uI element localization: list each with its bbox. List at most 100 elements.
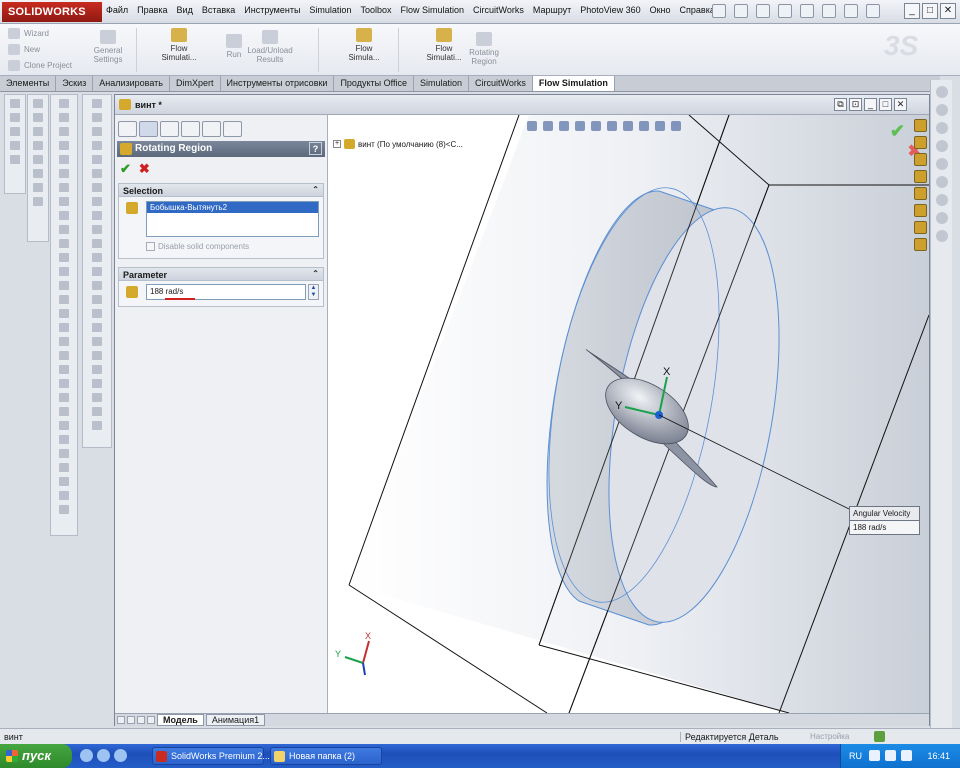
tab-animation[interactable]: Анимация1: [205, 714, 266, 726]
tab-evaluate[interactable]: Анализировать: [93, 76, 170, 91]
menu-circuitworks[interactable]: CircuitWorks: [473, 5, 524, 15]
tool-icon[interactable]: [914, 238, 927, 251]
feature-icon[interactable]: [59, 379, 69, 388]
feature-icon[interactable]: [59, 141, 69, 150]
menu-window[interactable]: Окно: [650, 5, 671, 15]
tool-icon[interactable]: [914, 136, 927, 149]
disable-solid-components-checkbox[interactable]: Disable solid components: [146, 242, 249, 251]
tool-icon[interactable]: [92, 141, 102, 150]
section-view-icon[interactable]: [575, 121, 585, 131]
feature-icon[interactable]: [59, 155, 69, 164]
graphics-area[interactable]: X Y X Y + винт (По умолчанию (8)<С... ✔ …: [329, 115, 929, 713]
load-unload-results-button[interactable]: Load/Unload Results: [246, 30, 294, 64]
feature-icon[interactable]: [59, 323, 69, 332]
feature-icon[interactable]: [59, 337, 69, 346]
feature-icon[interactable]: [59, 113, 69, 122]
tool-icon[interactable]: [92, 421, 102, 430]
flow-simulation-results-button[interactable]: Flow Simula...: [340, 28, 388, 62]
pin-icon[interactable]: [712, 4, 726, 18]
tool-icon[interactable]: [92, 365, 102, 374]
selection-group-header[interactable]: Selection ⌃: [119, 184, 323, 197]
selected-component[interactable]: Бобышка-Вытянуть2: [147, 202, 318, 213]
ok-button[interactable]: ✔: [120, 161, 131, 177]
undo-icon[interactable]: [822, 4, 836, 18]
feature-icon[interactable]: [59, 477, 69, 486]
value-spinner[interactable]: ▲ ▼: [308, 284, 319, 300]
home-icon[interactable]: [914, 119, 927, 132]
dimxpert-manager-tab[interactable]: [181, 121, 200, 137]
tool-icon[interactable]: [92, 281, 102, 290]
tab-features[interactable]: Элементы: [0, 76, 57, 91]
close-button[interactable]: ✕: [940, 3, 956, 19]
angular-velocity-input[interactable]: 188 rad/s: [146, 284, 306, 300]
tile-button[interactable]: ⧉: [834, 98, 847, 111]
tab-circuitworks[interactable]: CircuitWorks: [469, 76, 533, 91]
resources-icon[interactable]: [935, 86, 948, 98]
display-manager-tab[interactable]: [202, 121, 221, 137]
tool-icon[interactable]: [92, 267, 102, 276]
tab-simulation[interactable]: Simulation: [414, 76, 469, 91]
property-manager-tab[interactable]: [139, 121, 158, 137]
configuration-manager-tab[interactable]: [160, 121, 179, 137]
tool-icon[interactable]: [92, 99, 102, 108]
help-icon[interactable]: [866, 4, 880, 18]
tab-sketch-tools[interactable]: Инструменты отрисовки: [221, 76, 335, 91]
sketch-line-icon[interactable]: [10, 99, 20, 108]
menu-tools[interactable]: Инструменты: [244, 5, 300, 15]
language-indicator[interactable]: RU: [849, 751, 862, 761]
feature-icon[interactable]: [59, 407, 69, 416]
email-icon[interactable]: [97, 749, 110, 762]
feature-icon[interactable]: [59, 309, 69, 318]
menu-toolbox[interactable]: Toolbox: [360, 5, 391, 15]
tool-icon[interactable]: [92, 379, 102, 388]
maximize-button[interactable]: □: [922, 3, 938, 19]
new-project-button[interactable]: New: [8, 44, 40, 55]
tool-icon[interactable]: [92, 183, 102, 192]
feature-icon[interactable]: [59, 253, 69, 262]
flow-analysis-tree-tab[interactable]: [223, 121, 242, 137]
feature-icon[interactable]: [59, 197, 69, 206]
custom-properties-icon[interactable]: [935, 176, 948, 188]
tool-icon[interactable]: [92, 323, 102, 332]
feature-icon[interactable]: [59, 421, 69, 430]
feature-icon[interactable]: [59, 463, 69, 472]
cancel-button[interactable]: ✖: [139, 161, 150, 177]
status-custom[interactable]: Настройка: [810, 732, 849, 741]
feature-icon[interactable]: [59, 295, 69, 304]
save-icon[interactable]: [778, 4, 792, 18]
media-icon[interactable]: [114, 749, 127, 762]
menu-view[interactable]: Вид: [177, 5, 193, 15]
tool-icon[interactable]: [914, 204, 927, 217]
tray-volume-icon[interactable]: [901, 750, 912, 761]
status-help-icon[interactable]: [874, 731, 885, 742]
wizard-button[interactable]: Wizard: [8, 28, 49, 39]
solidworks-logo[interactable]: SOLIDWORKS: [2, 2, 102, 22]
minimize-button[interactable]: _: [904, 3, 920, 19]
apply-scene-icon[interactable]: [655, 121, 665, 131]
task-icon[interactable]: [935, 230, 948, 242]
feature-icon[interactable]: [59, 99, 69, 108]
first-tab-icon[interactable]: [117, 716, 125, 724]
new-document-icon[interactable]: [734, 4, 748, 18]
feature-icon[interactable]: [59, 281, 69, 290]
globe-icon[interactable]: [914, 187, 927, 200]
next-tab-icon[interactable]: [137, 716, 145, 724]
last-tab-icon[interactable]: [147, 716, 155, 724]
flow-simulation-tree-button[interactable]: Flow Simulati...: [154, 28, 204, 62]
sketch-trim-icon[interactable]: [10, 155, 20, 164]
start-button[interactable]: пуск: [0, 744, 72, 768]
folder-icon[interactable]: [914, 153, 927, 166]
doc-maximize-button[interactable]: □: [879, 98, 892, 111]
feature-icon[interactable]: [59, 505, 69, 514]
view-icon[interactable]: [33, 169, 43, 178]
taskbar-solidworks-button[interactable]: SolidWorks Premium 2...: [152, 747, 270, 765]
file-explorer-icon[interactable]: [935, 122, 948, 134]
display-style-icon[interactable]: [607, 121, 617, 131]
open-icon[interactable]: [756, 4, 770, 18]
tree-root-label[interactable]: винт (По умолчанию (8)<С...: [358, 140, 463, 149]
spin-down-icon[interactable]: ▼: [309, 292, 318, 299]
menu-help[interactable]: Справка: [680, 5, 715, 15]
hide-show-items-icon[interactable]: [623, 121, 633, 131]
view-icon[interactable]: [33, 197, 43, 206]
appearances-icon[interactable]: [935, 158, 948, 170]
